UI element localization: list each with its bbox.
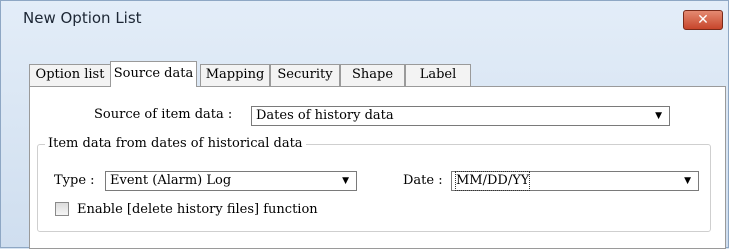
history-group-title: Item data from dates of historical data [45,136,306,151]
type-dropdown-value: Event (Alarm) Log [110,173,232,188]
chevron-down-icon: ▼ [342,176,349,186]
date-label: Date : [403,173,443,188]
date-dropdown-value: MM/DD/YY [454,171,531,191]
source-of-item-data-label: Source of item data : [94,107,233,122]
close-icon: ✕ [697,12,709,28]
tab-label: Mapping [205,67,265,82]
chevron-down-icon: ▼ [684,176,691,186]
tab-security[interactable]: Security [270,64,340,86]
tab-label[interactable]: Label [405,64,471,86]
tab-shape[interactable]: Shape [340,64,405,86]
type-label: Type : [54,173,95,188]
chevron-down-icon: ▼ [655,111,662,121]
title-bar[interactable]: New Option List ✕ [1,1,728,37]
date-format-dropdown[interactable]: MM/DD/YY ▼ [451,171,699,191]
delete-history-files-label[interactable]: Enable [delete history files] function [77,202,318,217]
tab-label: Shape [351,67,394,82]
type-dropdown[interactable]: Event (Alarm) Log ▼ [105,171,357,191]
dialog-window: New Option List ✕ Option list Source dat… [0,0,729,249]
tab-option-list[interactable]: Option list [29,64,111,86]
tab-label: Security [277,67,333,82]
tab-label: Source data [113,66,194,81]
tab-mapping[interactable]: Mapping [200,64,270,86]
source-of-item-data-dropdown[interactable]: Dates of history data ▼ [251,106,670,126]
close-button[interactable]: ✕ [683,10,723,30]
delete-history-files-checkbox[interactable] [55,202,69,216]
tab-label: Option list [35,67,105,82]
tab-label-text: Label [419,67,457,82]
window-title: New Option List [23,9,142,27]
tab-source-data[interactable]: Source data [110,61,197,87]
source-dropdown-value: Dates of history data [256,108,394,123]
